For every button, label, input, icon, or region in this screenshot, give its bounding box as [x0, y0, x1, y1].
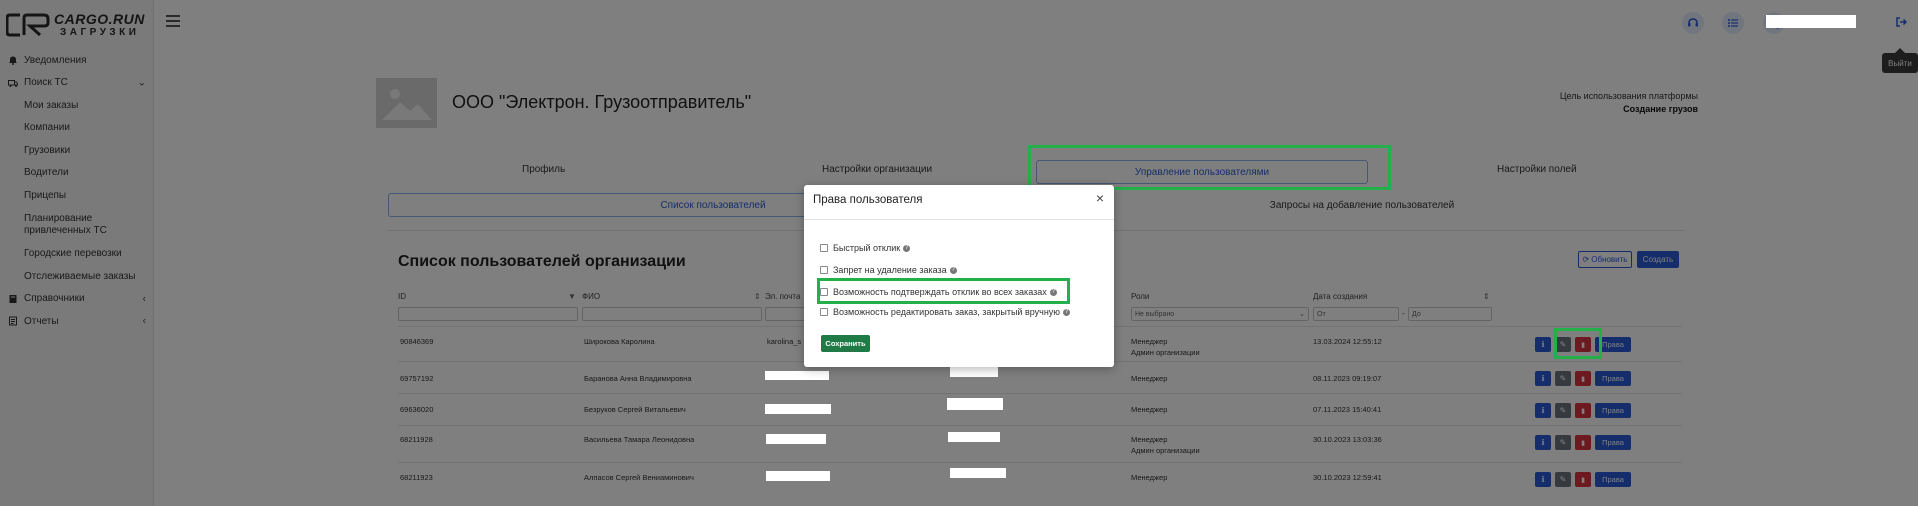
help-icon[interactable]: ? — [1063, 308, 1071, 316]
redacted-phone — [950, 366, 998, 377]
option-label: Возможность редактировать заказ, закрыты… — [833, 307, 1061, 317]
highlight-user-management-tab — [1028, 145, 1391, 190]
option-edit-closed-order[interactable]: Возможность редактировать заказ, закрыты… — [820, 307, 1071, 317]
redacted-phone — [948, 432, 1000, 442]
redacted-username — [1766, 15, 1856, 28]
redacted-email — [765, 371, 829, 380]
modal-title: Права пользователя — [813, 194, 923, 206]
user-rights-modal: Права пользователя × Быстрый отклик ? За… — [804, 185, 1114, 367]
redacted-email — [766, 471, 830, 481]
redacted-phone — [947, 398, 1003, 410]
redacted-email — [765, 404, 831, 414]
redacted-email — [766, 434, 826, 444]
option-label: Запрет на удаление заказа — [833, 265, 947, 275]
save-button[interactable]: Сохранить — [821, 335, 870, 352]
help-icon[interactable]: ? — [949, 266, 957, 274]
highlight-rights-button — [1554, 328, 1602, 359]
checkbox[interactable] — [820, 266, 828, 274]
redacted-phone — [950, 468, 1006, 478]
close-icon[interactable]: × — [1093, 191, 1107, 205]
option-label: Быстрый отклик — [833, 243, 901, 253]
checkbox[interactable] — [820, 308, 828, 316]
checkbox[interactable] — [820, 244, 828, 252]
option-deny-delete[interactable]: Запрет на удаление заказа ? — [820, 265, 957, 275]
option-quick-response[interactable]: Быстрый отклик ? — [820, 243, 911, 253]
help-icon[interactable]: ? — [903, 244, 911, 252]
modal-divider — [804, 219, 1114, 220]
highlight-confirm-option — [817, 278, 1070, 304]
